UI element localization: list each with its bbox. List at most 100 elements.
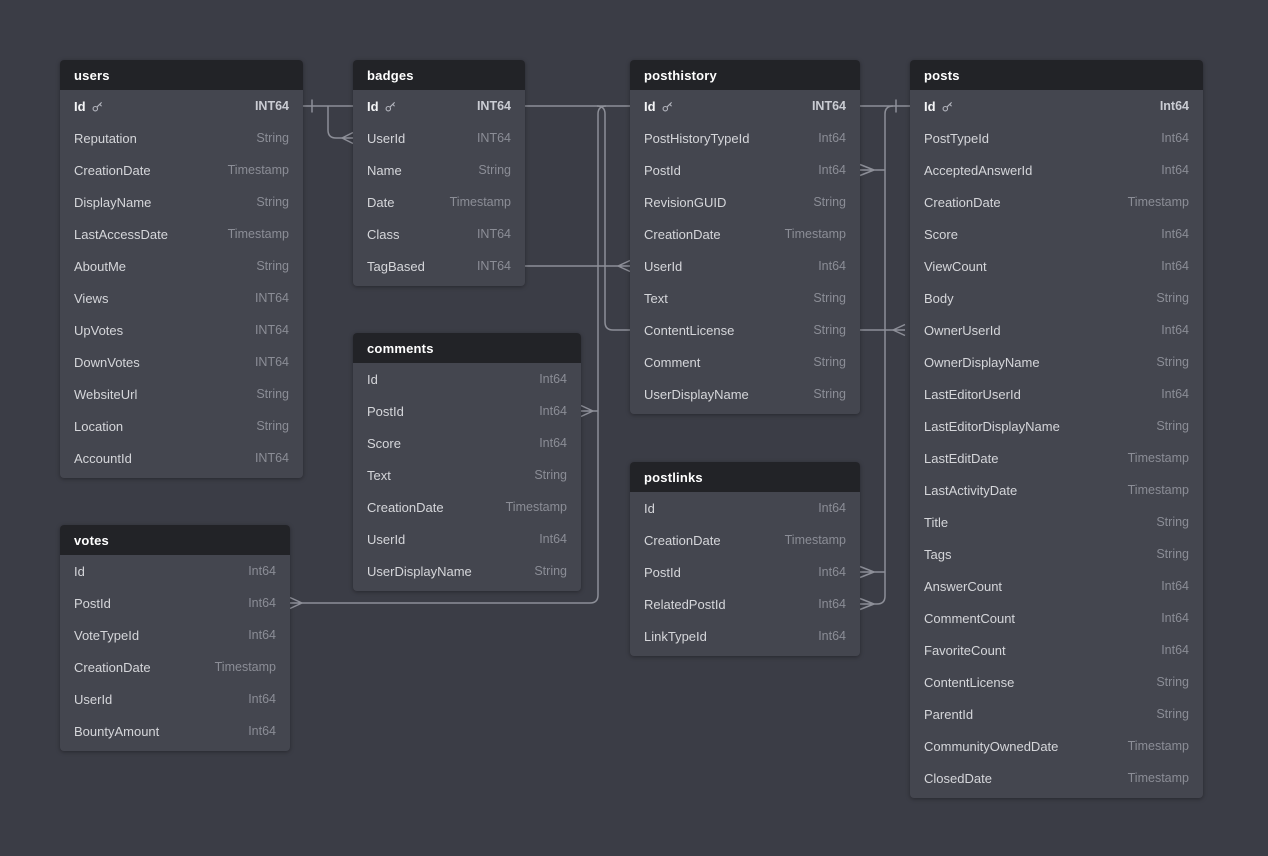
table-header-users[interactable]: users: [60, 60, 303, 90]
field-users-LastAccessDate[interactable]: LastAccessDateTimestamp: [60, 218, 303, 250]
field-name: ClosedDate: [924, 771, 992, 786]
field-posts-PostTypeId[interactable]: PostTypeIdInt64: [910, 122, 1203, 154]
field-posthistory-Id[interactable]: IdINT64: [630, 90, 860, 122]
field-postlinks-RelatedPostId[interactable]: RelatedPostIdInt64: [630, 588, 860, 620]
field-name: Text: [644, 291, 668, 306]
field-postlinks-CreationDate[interactable]: CreationDateTimestamp: [630, 524, 860, 556]
field-users-AccountId[interactable]: AccountIdINT64: [60, 442, 303, 474]
field-users-Views[interactable]: ViewsINT64: [60, 282, 303, 314]
field-postlinks-Id[interactable]: IdInt64: [630, 492, 860, 524]
table-header-badges[interactable]: badges: [353, 60, 525, 90]
field-name: VoteTypeId: [74, 628, 139, 643]
field-votes-Id[interactable]: IdInt64: [60, 555, 290, 587]
field-posts-Tags[interactable]: TagsString: [910, 538, 1203, 570]
field-users-WebsiteUrl[interactable]: WebsiteUrlString: [60, 378, 303, 410]
field-posthistory-PostId[interactable]: PostIdInt64: [630, 154, 860, 186]
field-posts-AnswerCount[interactable]: AnswerCountInt64: [910, 570, 1203, 602]
field-users-DisplayName[interactable]: DisplayNameString: [60, 186, 303, 218]
field-votes-PostId[interactable]: PostIdInt64: [60, 587, 290, 619]
field-comments-Text[interactable]: TextString: [353, 459, 581, 491]
table-posts[interactable]: postsIdInt64PostTypeIdInt64AcceptedAnswe…: [910, 60, 1203, 798]
field-posts-LastEditorUserId[interactable]: LastEditorUserIdInt64: [910, 378, 1203, 410]
field-posts-Body[interactable]: BodyString: [910, 282, 1203, 314]
field-posts-Title[interactable]: TitleString: [910, 506, 1203, 538]
table-posthistory[interactable]: posthistory IdINT64PostHistoryTypeIdInt64…: [630, 60, 860, 414]
field-comments-PostId[interactable]: PostIdInt64: [353, 395, 581, 427]
field-posthistory-RevisionGUID[interactable]: RevisionGUIDString: [630, 186, 860, 218]
field-posts-LastEditDate[interactable]: LastEditDateTimestamp: [910, 442, 1203, 474]
field-type: Int64: [1161, 323, 1189, 337]
field-users-Reputation[interactable]: ReputationString: [60, 122, 303, 154]
table-header-comments[interactable]: comments: [353, 333, 581, 363]
field-type: INT64: [477, 259, 511, 273]
diagram-canvas[interactable]: usersIdINT64ReputationStringCreationDate…: [0, 0, 1268, 856]
field-posthistory-PostHistoryTypeId[interactable]: PostHistoryTypeIdInt64: [630, 122, 860, 154]
field-posts-CommentCount[interactable]: CommentCountInt64: [910, 602, 1203, 634]
field-posts-LastEditorDisplayName[interactable]: LastEditorDisplayNameString: [910, 410, 1203, 442]
field-posts-ParentId[interactable]: ParentIdString: [910, 698, 1203, 730]
field-posts-Score[interactable]: ScoreInt64: [910, 218, 1203, 250]
field-votes-UserId[interactable]: UserIdInt64: [60, 683, 290, 715]
field-badges-Id[interactable]: IdINT64: [353, 90, 525, 122]
field-comments-Score[interactable]: ScoreInt64: [353, 427, 581, 459]
field-badges-Class[interactable]: ClassINT64: [353, 218, 525, 250]
field-posthistory-ContentLicense[interactable]: ContentLicenseString: [630, 314, 860, 346]
field-posts-CommunityOwnedDate[interactable]: CommunityOwnedDateTimestamp: [910, 730, 1203, 762]
table-postlinks[interactable]: postlinksIdInt64CreationDateTimestampPos…: [630, 462, 860, 656]
field-users-UpVotes[interactable]: UpVotesINT64: [60, 314, 303, 346]
field-name: LastEditDate: [924, 451, 998, 466]
table-votes[interactable]: votesIdInt64PostIdInt64VoteTypeIdInt64Cr…: [60, 525, 290, 751]
field-type: INT64: [255, 323, 289, 337]
table-comments[interactable]: commentsIdInt64PostIdInt64ScoreInt64Text…: [353, 333, 581, 591]
field-posts-ClosedDate[interactable]: ClosedDateTimestamp: [910, 762, 1203, 794]
field-badges-UserId[interactable]: UserIdINT64: [353, 122, 525, 154]
field-comments-Id[interactable]: IdInt64: [353, 363, 581, 395]
table-header-postlinks[interactable]: postlinks: [630, 462, 860, 492]
field-users-AboutMe[interactable]: AboutMeString: [60, 250, 303, 282]
field-users-DownVotes[interactable]: DownVotesINT64: [60, 346, 303, 378]
field-posts-OwnerDisplayName[interactable]: OwnerDisplayNameString: [910, 346, 1203, 378]
primary-key-icon: [385, 101, 396, 112]
field-users-CreationDate[interactable]: CreationDateTimestamp: [60, 154, 303, 186]
field-postlinks-PostId[interactable]: PostIdInt64: [630, 556, 860, 588]
table-title: posthistory: [644, 68, 717, 83]
table-badges[interactable]: badgesIdINT64UserIdINT64NameStringDateTi…: [353, 60, 525, 286]
field-votes-CreationDate[interactable]: CreationDateTimestamp: [60, 651, 290, 683]
field-posts-Id[interactable]: IdInt64: [910, 90, 1203, 122]
field-posts-OwnerUserId[interactable]: OwnerUserIdInt64: [910, 314, 1203, 346]
field-posthistory-CreationDate[interactable]: CreationDateTimestamp: [630, 218, 860, 250]
table-users[interactable]: usersIdINT64ReputationStringCreationDate…: [60, 60, 303, 478]
field-name: CreationDate: [924, 195, 1001, 210]
field-posthistory-Text[interactable]: TextString: [630, 282, 860, 314]
table-header-posts[interactable]: posts: [910, 60, 1203, 90]
field-badges-TagBased[interactable]: TagBasedINT64: [353, 250, 525, 282]
field-users-Location[interactable]: LocationString: [60, 410, 303, 442]
field-name: PostHistoryTypeId: [644, 131, 750, 146]
field-posts-ContentLicense[interactable]: ContentLicenseString: [910, 666, 1203, 698]
field-name: LastEditorUserId: [924, 387, 1021, 402]
field-name: PostId: [644, 163, 681, 178]
table-header-posthistory[interactable]: posthistory: [630, 60, 860, 90]
field-votes-BountyAmount[interactable]: BountyAmountInt64: [60, 715, 290, 747]
field-comments-UserDisplayName[interactable]: UserDisplayNameString: [353, 555, 581, 587]
field-type: String: [256, 131, 289, 145]
field-posts-FavoriteCount[interactable]: FavoriteCountInt64: [910, 634, 1203, 666]
field-badges-Name[interactable]: NameString: [353, 154, 525, 186]
field-users-Id[interactable]: IdINT64: [60, 90, 303, 122]
field-posthistory-Comment[interactable]: CommentString: [630, 346, 860, 378]
field-type: Int64: [539, 436, 567, 450]
field-posts-CreationDate[interactable]: CreationDateTimestamp: [910, 186, 1203, 218]
field-postlinks-LinkTypeId[interactable]: LinkTypeIdInt64: [630, 620, 860, 652]
table-header-votes[interactable]: votes: [60, 525, 290, 555]
field-comments-CreationDate[interactable]: CreationDateTimestamp: [353, 491, 581, 523]
field-posthistory-UserDisplayName[interactable]: UserDisplayNameString: [630, 378, 860, 410]
field-name: Location: [74, 419, 123, 434]
field-type: Int64: [818, 501, 846, 515]
field-posts-ViewCount[interactable]: ViewCountInt64: [910, 250, 1203, 282]
field-badges-Date[interactable]: DateTimestamp: [353, 186, 525, 218]
field-votes-VoteTypeId[interactable]: VoteTypeIdInt64: [60, 619, 290, 651]
field-posthistory-UserId[interactable]: UserIdInt64: [630, 250, 860, 282]
field-comments-UserId[interactable]: UserIdInt64: [353, 523, 581, 555]
field-posts-LastActivityDate[interactable]: LastActivityDateTimestamp: [910, 474, 1203, 506]
field-posts-AcceptedAnswerId[interactable]: AcceptedAnswerIdInt64: [910, 154, 1203, 186]
